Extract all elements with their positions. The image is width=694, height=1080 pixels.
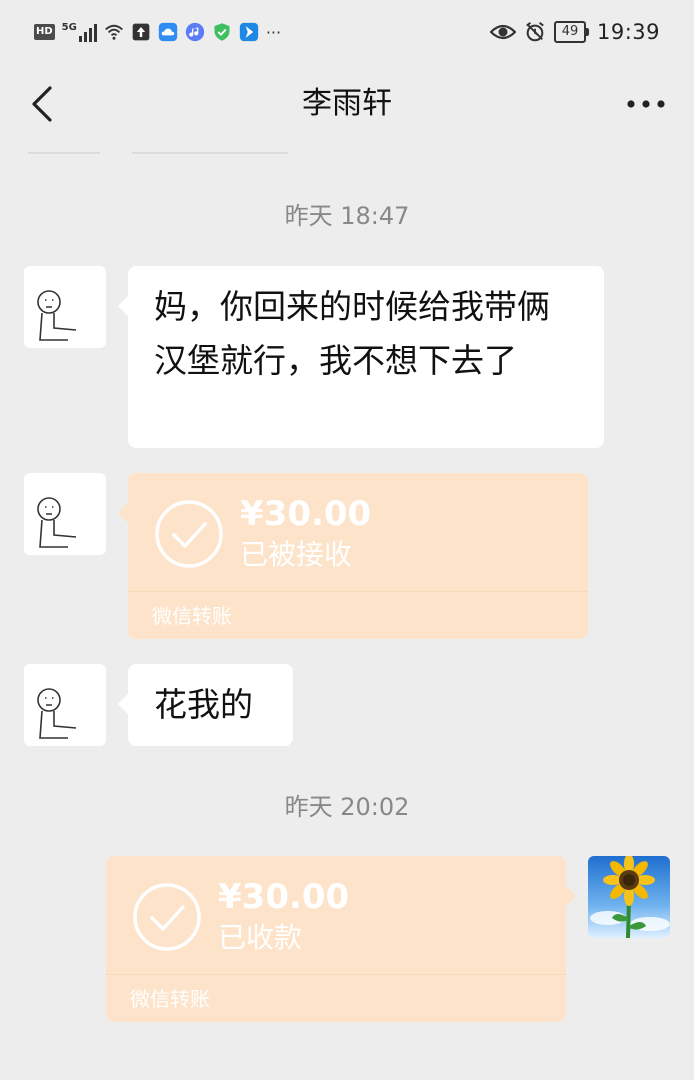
doodle-person-icon bbox=[37, 290, 77, 341]
transfer-card[interactable]: ¥30.00 已收款 微信转账 bbox=[106, 856, 576, 1022]
status-right: 49 19:39 bbox=[489, 20, 660, 44]
more-notifications: ··· bbox=[265, 22, 282, 42]
signal-icon: 5G bbox=[62, 22, 97, 42]
transfer-status: 已被接收 bbox=[240, 538, 353, 571]
status-bar: HD 5G ··· 49 19:39 bbox=[0, 0, 694, 70]
contact-avatar[interactable] bbox=[24, 664, 106, 746]
check-circle-icon bbox=[155, 500, 223, 568]
transfer-footer: 微信转账 bbox=[152, 604, 232, 628]
transfer-amount: ¥30.00 bbox=[218, 877, 350, 917]
battery-level: 49 bbox=[553, 21, 586, 43]
chat-title: 李雨轩 bbox=[302, 86, 392, 121]
transfer-amount: ¥30.00 bbox=[240, 494, 372, 534]
shield-icon bbox=[214, 23, 230, 41]
upload-icon bbox=[132, 23, 150, 41]
wifi-icon bbox=[104, 24, 123, 40]
scrolled-content-edge bbox=[0, 152, 694, 156]
clock: 19:39 bbox=[596, 20, 660, 44]
transfer-divider bbox=[106, 974, 566, 975]
alarm-icon bbox=[526, 22, 544, 42]
more-dots-icon bbox=[627, 100, 665, 108]
transfer-divider bbox=[128, 591, 588, 592]
hd-badge: HD bbox=[34, 24, 55, 40]
doodle-person-icon bbox=[37, 688, 77, 739]
eye-icon bbox=[489, 24, 516, 40]
timestamp: 昨天 20:02 bbox=[284, 793, 410, 821]
my-avatar[interactable] bbox=[588, 856, 670, 938]
music-app-icon bbox=[185, 22, 205, 42]
network-label: 5G bbox=[61, 22, 77, 33]
battery-icon: 49 bbox=[553, 21, 589, 43]
check-circle-icon bbox=[133, 883, 201, 951]
doodle-person-icon bbox=[37, 497, 77, 548]
contact-avatar[interactable] bbox=[24, 473, 106, 555]
transfer-card[interactable]: ¥30.00 已被接收 微信转账 bbox=[118, 473, 588, 639]
message-bubble[interactable]: 妈，你回来的时候给我带俩汉堡就行，我不想下去了 bbox=[118, 266, 604, 448]
more-options-button[interactable] bbox=[622, 84, 670, 124]
status-left: HD 5G ··· bbox=[34, 22, 281, 42]
app-arrow-icon bbox=[239, 22, 259, 42]
chat-header: 李雨轩 bbox=[0, 70, 694, 140]
message-bubble[interactable]: 花我的 bbox=[118, 664, 293, 746]
transfer-footer: 微信转账 bbox=[130, 987, 210, 1011]
timestamp: 昨天 18:47 bbox=[284, 202, 410, 230]
contact-avatar[interactable] bbox=[24, 266, 106, 348]
cloud-app-icon bbox=[158, 22, 178, 42]
transfer-status: 已收款 bbox=[218, 921, 303, 954]
sunflower-icon bbox=[588, 856, 670, 938]
